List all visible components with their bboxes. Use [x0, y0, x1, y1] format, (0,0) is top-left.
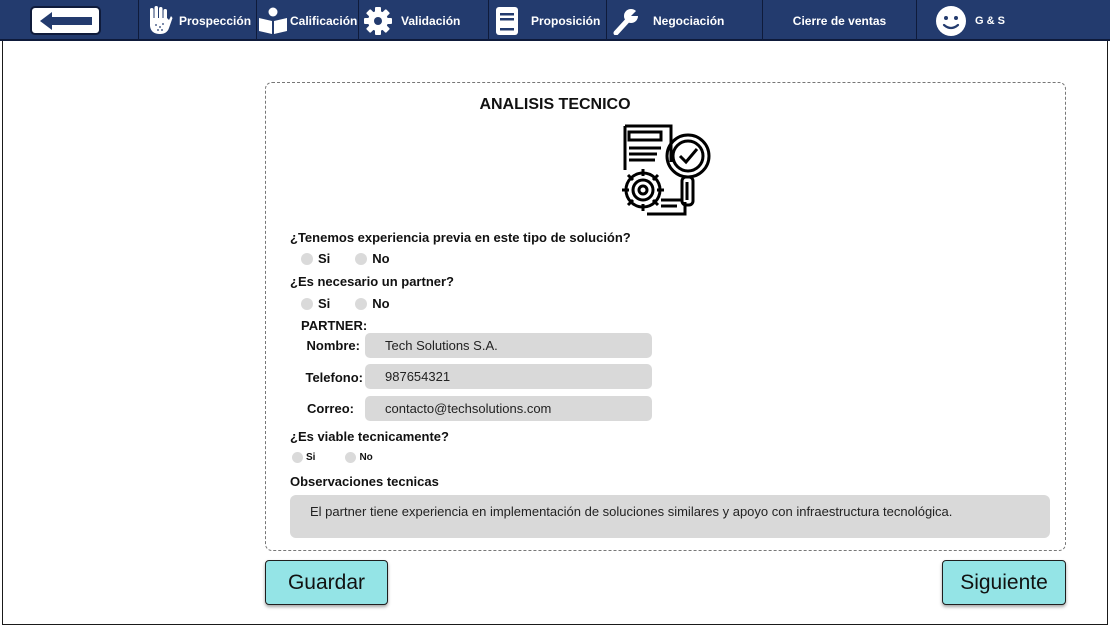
question-partner-needed: ¿Es necesario un partner? — [290, 274, 454, 289]
radio-group-technically-viable: Si No — [292, 452, 373, 463]
page-title: ANALISIS TECNICO — [479, 96, 631, 113]
nav-label: Negociación — [653, 13, 725, 28]
observations-textarea[interactable]: El partner tiene experiencia en implemen… — [290, 495, 1050, 538]
radio-button[interactable] — [292, 452, 303, 463]
radio-button[interactable] — [355, 252, 368, 265]
wrench-icon — [613, 7, 639, 35]
nav-validacion[interactable]: Validación — [358, 0, 488, 41]
radio-yes[interactable]: Si — [301, 251, 330, 266]
nav-label: Proposición — [531, 13, 601, 28]
radio-button[interactable] — [301, 297, 313, 310]
radio-group-partner-needed: Si No — [301, 296, 390, 311]
nav-label: Cierre de ventas — [792, 13, 887, 28]
nav-cierre-de-ventas[interactable]: Cierre de ventas — [762, 0, 916, 41]
partner-email-label: Correo: — [307, 401, 354, 416]
arrow-left-icon — [39, 11, 92, 30]
nav-label: Validación — [401, 13, 461, 28]
nav-proposicion[interactable]: Proposición — [488, 0, 606, 41]
gear-icon — [364, 6, 392, 35]
radio-no[interactable]: No — [355, 296, 390, 311]
partner-heading: PARTNER: — [301, 318, 368, 333]
question-previous-experience: ¿Tenemos experiencia previa en este tipo… — [290, 230, 631, 245]
nav-label: G & S — [975, 14, 1005, 27]
document-icon — [496, 6, 518, 35]
radio-button[interactable] — [345, 452, 357, 463]
nav-label: Calificación — [290, 13, 358, 28]
nav-prospeccion[interactable]: Prospección — [138, 0, 256, 41]
nav-negociacion[interactable]: Negociación — [606, 0, 762, 41]
partner-phone-label: Telefono: — [305, 370, 363, 385]
smiley-icon — [936, 5, 966, 36]
hand-icon — [150, 5, 173, 34]
radio-button[interactable] — [301, 252, 313, 265]
radio-button[interactable] — [355, 297, 368, 310]
technical-analysis-icon — [622, 124, 711, 216]
radio-yes[interactable]: Si — [301, 296, 330, 311]
radio-no[interactable]: No — [345, 452, 373, 463]
save-button[interactable]: Guardar — [265, 560, 388, 605]
back-button[interactable] — [30, 6, 101, 35]
reader-icon — [259, 7, 287, 34]
next-button[interactable]: Siguiente — [942, 560, 1066, 605]
observations-label: Observaciones tecnicas — [290, 474, 439, 489]
radio-yes[interactable]: Si — [292, 452, 315, 463]
nav-user-gs[interactable]: G & S — [916, 0, 1110, 41]
nav-calificacion[interactable]: Calificación — [256, 0, 358, 41]
question-technically-viable: ¿Es viable tecnicamente? — [290, 429, 449, 444]
radio-group-previous-experience: Si No — [301, 251, 390, 266]
partner-name-label: Nombre: — [306, 338, 360, 353]
partner-email-input[interactable] — [365, 396, 652, 421]
partner-phone-input[interactable] — [365, 364, 652, 389]
nav-label: Prospección — [179, 13, 252, 28]
top-nav: Prospección Calificación Validación Prop… — [0, 0, 1110, 41]
radio-no[interactable]: No — [355, 251, 390, 266]
partner-name-input[interactable] — [365, 333, 652, 358]
